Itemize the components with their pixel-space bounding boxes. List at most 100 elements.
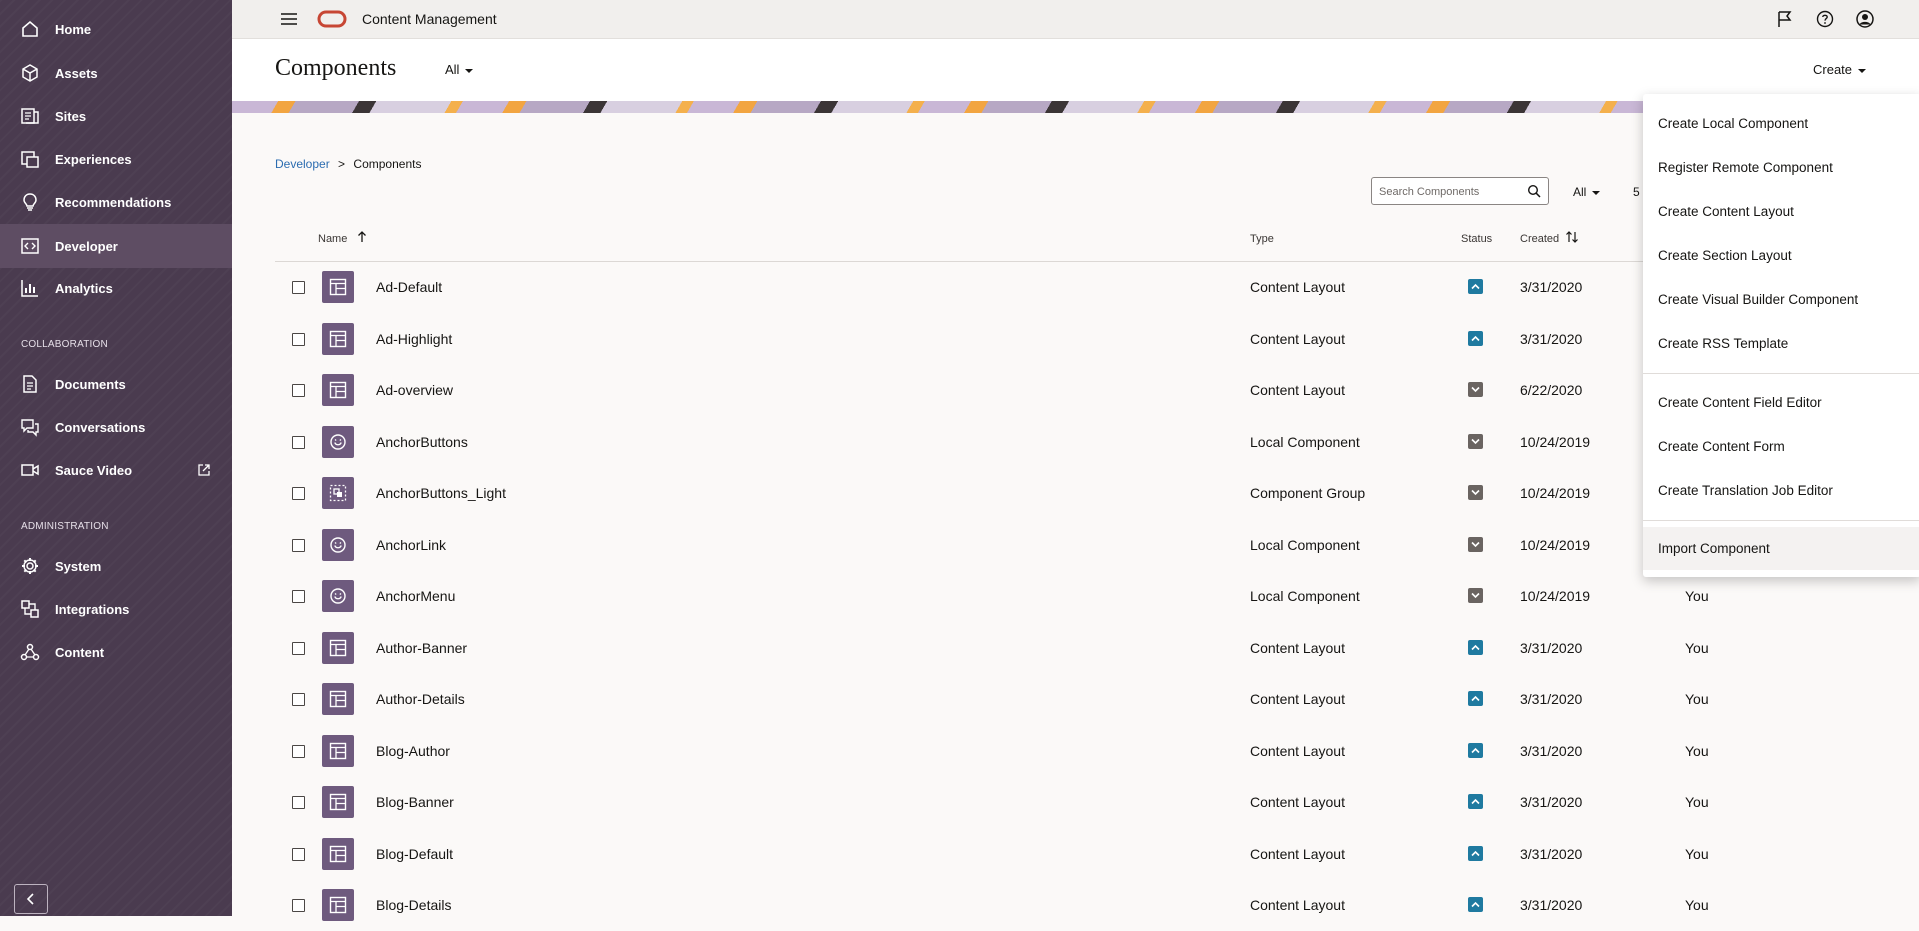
- sidebar-item-integrations[interactable]: Integrations: [0, 589, 232, 629]
- layout-icon: [322, 374, 354, 406]
- sidebar-item-conversations[interactable]: Conversations: [0, 407, 232, 447]
- component-name[interactable]: Blog-Banner: [376, 794, 454, 810]
- view-filter-dropdown[interactable]: All: [445, 62, 474, 77]
- created-date: 3/31/2020: [1520, 897, 1583, 913]
- component-type: Content Layout: [1250, 279, 1345, 295]
- row-checkbox[interactable]: [292, 641, 305, 655]
- table-row[interactable]: Author-Banner Content Layout 3/31/2020 You: [275, 623, 1709, 674]
- table-row[interactable]: AnchorLink Local Component 10/24/2019: [275, 520, 1645, 571]
- column-header-created[interactable]: Created: [1520, 233, 1559, 245]
- collapse-sidebar-button[interactable]: [14, 884, 48, 914]
- sort-ascending-icon[interactable]: [355, 230, 369, 244]
- menu-item-create-content-layout[interactable]: Create Content Layout: [1658, 204, 1794, 219]
- sidebar-item-label: Developer: [55, 238, 118, 254]
- created-date: 10/24/2019: [1520, 485, 1591, 501]
- component-name[interactable]: AnchorMenu: [376, 588, 455, 604]
- table-row[interactable]: Ad-Default Content Layout 3/31/2020: [275, 262, 1645, 313]
- row-checkbox[interactable]: [292, 384, 305, 397]
- menu-item-create-visual-builder-component[interactable]: Create Visual Builder Component: [1658, 292, 1858, 307]
- sidebar-item-experiences[interactable]: Experiences: [0, 139, 232, 179]
- component-name[interactable]: Author-Details: [376, 691, 465, 707]
- row-checkbox[interactable]: [292, 538, 305, 552]
- sidebar-item-sauce-video[interactable]: Sauce Video: [0, 450, 232, 490]
- row-checkbox[interactable]: [292, 332, 305, 346]
- row-checkbox[interactable]: [292, 435, 305, 449]
- component-name[interactable]: Ad-Highlight: [376, 331, 452, 347]
- menu-item-import-component[interactable]: Import Component: [1658, 541, 1770, 556]
- row-checkbox[interactable]: [292, 744, 305, 758]
- menu-item-create-section-layout[interactable]: Create Section Layout: [1658, 248, 1792, 263]
- integrations-icon: [21, 600, 39, 618]
- component-name[interactable]: Blog-Author: [376, 743, 450, 759]
- table-row[interactable]: AnchorButtons Local Component 10/24/2019: [275, 417, 1645, 468]
- component-name[interactable]: Blog-Default: [376, 846, 453, 862]
- type-filter-dropdown[interactable]: All: [1573, 185, 1601, 199]
- table-row[interactable]: AnchorMenu Local Component 10/24/2019 You: [275, 571, 1709, 622]
- row-checkbox[interactable]: [292, 590, 305, 603]
- created-by: You: [1685, 845, 1709, 862]
- sidebar-item-developer[interactable]: Developer: [0, 224, 232, 268]
- table-row[interactable]: AnchorButtons_Light Component Group 10/24/…: [275, 468, 1645, 519]
- component-name[interactable]: Blog-Details: [376, 897, 451, 913]
- sidebar-item-documents[interactable]: Documents: [0, 364, 232, 404]
- menu-item-create-local-component[interactable]: Create Local Component: [1658, 116, 1808, 131]
- table-row[interactable]: Blog-Author Content Layout 3/31/2020 You: [275, 726, 1709, 777]
- table-row[interactable]: Blog-Banner Content Layout 3/31/2020 You: [275, 777, 1709, 828]
- sidebar-item-assets[interactable]: Assets: [0, 53, 232, 93]
- component-name[interactable]: AnchorLink: [376, 537, 446, 553]
- component-type: Content Layout: [1250, 691, 1345, 707]
- created-date: 3/31/2020: [1520, 742, 1583, 759]
- table-row[interactable]: Ad-Highlight Content Layout 3/31/2020: [275, 314, 1645, 365]
- published-status-icon: [1468, 691, 1483, 706]
- table-row[interactable]: Ad-overview Content Layout 6/22/2020: [275, 365, 1645, 416]
- row-checkbox[interactable]: [292, 899, 305, 912]
- table-row[interactable]: Author-Details Content Layout 3/31/2020 You: [275, 674, 1709, 725]
- draft-status-icon: [1468, 382, 1483, 397]
- oracle-logo: [317, 10, 347, 28]
- sidebar-item-analytics[interactable]: Analytics: [0, 268, 232, 308]
- user-profile-icon[interactable]: [1856, 10, 1874, 28]
- search-input[interactable]: Search Components: [1371, 177, 1549, 205]
- sidebar: Home Assets Sites Experiences Recommenda…: [0, 0, 232, 916]
- row-checkbox[interactable]: [292, 281, 305, 294]
- component-name[interactable]: Author-Banner: [376, 640, 467, 656]
- create-dropdown-menu: Create Local Component Register Remote C…: [1643, 94, 1919, 577]
- sidebar-item-sites[interactable]: Sites: [0, 96, 232, 136]
- menu-item-create-rss-template[interactable]: Create RSS Template: [1658, 336, 1788, 351]
- sidebar-item-label: Recommendations: [55, 194, 172, 210]
- draft-status-icon: [1468, 536, 1483, 552]
- menu-item-create-content-form[interactable]: Create Content Form: [1658, 439, 1785, 454]
- external-link-icon[interactable]: [197, 463, 211, 477]
- column-header-name[interactable]: Name: [318, 233, 347, 245]
- sidebar-item-system[interactable]: System: [0, 546, 232, 586]
- table-row[interactable]: Blog-Details Content Layout 3/31/2020 You: [275, 880, 1709, 931]
- chart-icon: [21, 280, 38, 297]
- component-name[interactable]: AnchorButtons_Light: [376, 485, 506, 501]
- row-checkbox[interactable]: [292, 693, 305, 706]
- table-row[interactable]: Blog-Default Content Layout 3/31/2020 You: [275, 829, 1709, 880]
- component-name[interactable]: Ad-overview: [376, 382, 453, 398]
- component-name[interactable]: AnchorButtons: [376, 434, 468, 450]
- help-icon[interactable]: [1816, 10, 1834, 28]
- sidebar-item-recommendations[interactable]: Recommendations: [0, 182, 232, 222]
- row-checkbox[interactable]: [292, 487, 305, 500]
- menu-item-register-remote-component[interactable]: Register Remote Component: [1658, 160, 1833, 175]
- create-button[interactable]: Create: [1813, 62, 1867, 77]
- column-header-type[interactable]: Type: [1250, 233, 1274, 245]
- row-checkbox[interactable]: [292, 796, 305, 809]
- sort-icon[interactable]: [1565, 230, 1579, 244]
- create-label: Create: [1813, 62, 1853, 77]
- sidebar-item-content[interactable]: Content: [0, 632, 232, 672]
- flag-icon[interactable]: [1776, 10, 1794, 28]
- column-header-status[interactable]: Status: [1461, 233, 1492, 245]
- created-date: 3/31/2020: [1520, 845, 1583, 862]
- search-icon[interactable]: [1527, 184, 1541, 198]
- menu-item-create-translation-job-editor[interactable]: Create Translation Job Editor: [1658, 483, 1833, 498]
- row-checkbox[interactable]: [292, 847, 305, 861]
- breadcrumb-developer-link[interactable]: Developer: [275, 157, 330, 171]
- created-date: 3/31/2020: [1520, 794, 1583, 810]
- sidebar-item-home[interactable]: Home: [0, 9, 232, 49]
- hamburger-menu-icon[interactable]: [280, 10, 298, 28]
- component-name[interactable]: Ad-Default: [376, 279, 442, 295]
- menu-item-create-content-field-editor[interactable]: Create Content Field Editor: [1658, 395, 1822, 410]
